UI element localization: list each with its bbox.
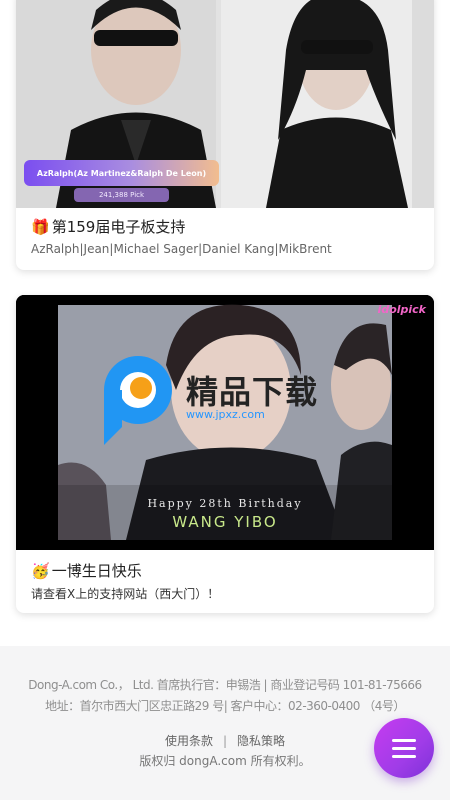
post-feed: AzRalph(Az Martinez&Ralph De Leon) 241,3… (0, 0, 450, 646)
post-card[interactable]: AzRalph(Az Martinez&Ralph De Leon) 241,3… (16, 0, 434, 270)
idolpick-logo: idolpick (377, 303, 426, 316)
image-caption-line1: Happy 28th Birthday (147, 497, 303, 510)
menu-icon (392, 747, 416, 750)
company-info: Dong-A.com Co.， Ltd. 首席执行官：申锡浩 | 商业登记号码 … (28, 678, 422, 692)
menu-icon (392, 755, 416, 758)
site-footer: Dong-A.com Co.， Ltd. 首席执行官：申锡浩 | 商业登记号码 … (0, 646, 450, 800)
post-title[interactable]: 🥳 一博生日快乐 (31, 560, 142, 581)
post-image[interactable]: idolpick 精品下载 www.jpxz.com Happy 28th Bi… (16, 295, 434, 550)
address-info: 地址：首尔市西大门区忠正路29 号| 客户中心：02-360-0400 （4号） (45, 699, 405, 713)
privacy-link[interactable]: 隐私策略 (237, 734, 285, 748)
menu-fab-button[interactable] (374, 718, 434, 778)
pick-count-badge: 241,388 Pick (74, 188, 169, 202)
footer-separator: | (222, 734, 228, 748)
post-title-text: 第159届电子板支持 (51, 218, 186, 236)
post-image[interactable]: AzRalph(Az Martinez&Ralph De Leon) 241,3… (16, 0, 434, 208)
gift-icon: 🎁 (31, 217, 50, 236)
birthday-face-icon: 🥳 (31, 561, 50, 580)
menu-icon (392, 739, 416, 742)
post-title[interactable]: 🎁 第159届电子板支持 (31, 216, 185, 237)
post-subtitle: AzRalph|Jean|Michael Sager|Daniel Kang|M… (31, 242, 332, 256)
post-subtitle: 请查看X上的支持网站（西大门）！ (31, 587, 220, 601)
terms-link[interactable]: 使用条款 (165, 734, 213, 748)
image-caption-line2: WANG YIBO (172, 513, 278, 531)
post-title-text: 一博生日快乐 (51, 562, 142, 580)
watermark-text: 精品下载 (186, 373, 319, 411)
featured-badge: AzRalph(Az Martinez&Ralph De Leon) (24, 160, 219, 186)
photo-illustration (16, 295, 434, 550)
watermark-url: www.jpxz.com (186, 408, 265, 421)
post-card[interactable]: idolpick 精品下载 www.jpxz.com Happy 28th Bi… (16, 295, 434, 613)
